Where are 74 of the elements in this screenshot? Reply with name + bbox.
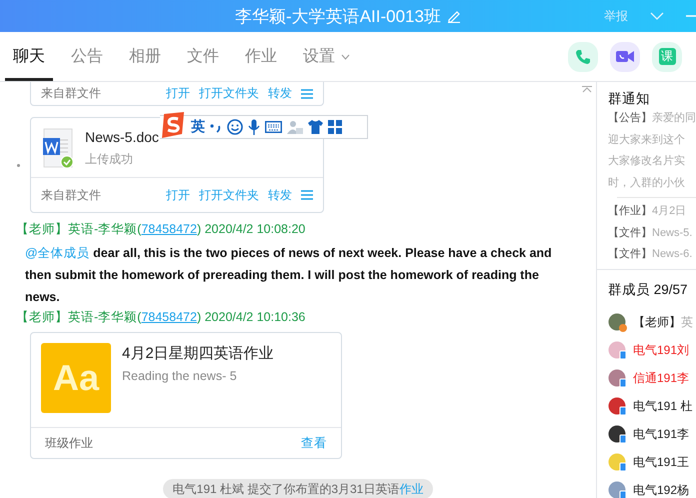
smiley-icon[interactable] [227,119,243,135]
file-action-link[interactable]: 打开文件夹 [199,85,259,102]
notice-tag[interactable]: 【公告】 [608,112,652,124]
tab[interactable]: 聊天 [5,32,53,81]
sender-id-link[interactable]: 78458472 [141,222,197,236]
member-item[interactable]: 电气191李 [597,420,696,448]
avatar-icon [608,313,627,332]
upload-status: 上传成功 [85,151,134,168]
section-title: 群成员 29/57 [607,280,689,298]
member-item[interactable]: 电气191刘 [597,336,696,364]
file-action-link[interactable]: 打开文件夹 [199,186,259,204]
word-document-icon [43,128,73,168]
input-mode-toggle[interactable]: 英 [191,118,205,136]
section-title: 群通知 [607,90,651,108]
file-action-link[interactable]: 打开 [166,85,190,102]
call-button[interactable] [568,42,598,72]
tab[interactable]: 设置 [295,32,358,81]
notice-text[interactable]: 大家修改名片实 [608,155,685,167]
video-camera-icon [616,50,634,63]
avatar-icon [608,369,627,388]
member-item[interactable]: 【老师】英 [597,308,696,336]
view-link[interactable]: 查看 [301,434,327,452]
window-title: 李华颖-大学英语AII-0013班 [235,6,441,28]
file-source-label: 来自群文件 [41,186,101,204]
notice-text[interactable]: News-5. [652,226,692,238]
menu-icon[interactable] [301,88,313,98]
sender-line: 【老师】英语-李华颖(78458472) 2020/4/2 10:10:36 [16,309,306,325]
avatar-icon [608,397,627,416]
notice-text[interactable]: 亲爱的同 [652,112,696,124]
tab[interactable]: 相册 [121,32,169,81]
menu-icon[interactable] [301,190,313,200]
tab[interactable]: 文件 [179,32,227,81]
bullet-icon [17,164,20,166]
member-item[interactable]: 信通191李 [597,364,696,392]
file-name: News-5.doc [85,129,159,145]
homework-subtitle: Reading the news- 5 [122,369,238,383]
edit-icon[interactable] [446,9,461,23]
tab[interactable]: 公告 [63,32,111,81]
homework-title: 4月2日星期四英语作业 [122,344,274,363]
file-action-link[interactable]: 转发 [268,186,292,204]
notice-text[interactable]: News-6. [652,248,692,260]
avatar-icon [608,341,627,360]
member-item[interactable]: 电气191 杜 [597,392,696,420]
shirt-icon[interactable] [308,120,323,134]
grid-icon[interactable] [328,120,342,134]
notice-tag[interactable]: 【文件】 [608,248,652,260]
avatar-icon [608,453,627,472]
notice-tag[interactable]: 【文件】 [608,226,652,238]
file-source-label: 来自群文件 [41,85,101,102]
video-call-button[interactable] [610,42,640,72]
sender-id-link[interactable]: 78458472 [141,310,197,324]
notice-text[interactable]: 迎大家来到这个 [608,134,685,146]
homework-icon: Aa [41,343,111,413]
file-action-link[interactable]: 打开 [166,186,190,204]
tab[interactable]: 作业 [237,32,285,81]
keyboard-icon[interactable] [265,121,282,133]
homework-category: 班级作业 [45,434,93,452]
system-notice: 电气191 杜斌 提交了你布置的3月31日英语作业 [162,479,434,498]
member-item[interactable]: 电气191王 [597,448,696,476]
file-action-link[interactable]: 转发 [268,85,292,102]
collapse-icon[interactable] [582,86,592,93]
message-text: @全体成员 dear all, this is the two pieces of news of next week. Please have a check and then submit the homework of prereading them. I will post the homework of reading the news. [24,245,553,306]
sender-line: 【老师】英语-李华颖(78458472) 2020/4/2 10:08:20 [16,221,306,237]
phone-icon [575,48,591,64]
notice-text[interactable]: 时，入群的小伙 [608,176,685,188]
notice-text[interactable]: 4月2日 [652,205,686,217]
chevron-down-icon[interactable] [650,12,664,20]
input-method-logo[interactable] [160,112,186,138]
course-button[interactable]: 课 [652,42,682,72]
member-item[interactable]: 电气192杨 [597,476,696,498]
microphone-icon[interactable] [248,119,260,135]
notice-tag[interactable]: 【作业】 [608,205,652,217]
avatar-icon [608,481,627,498]
avatar-icon [608,425,627,444]
